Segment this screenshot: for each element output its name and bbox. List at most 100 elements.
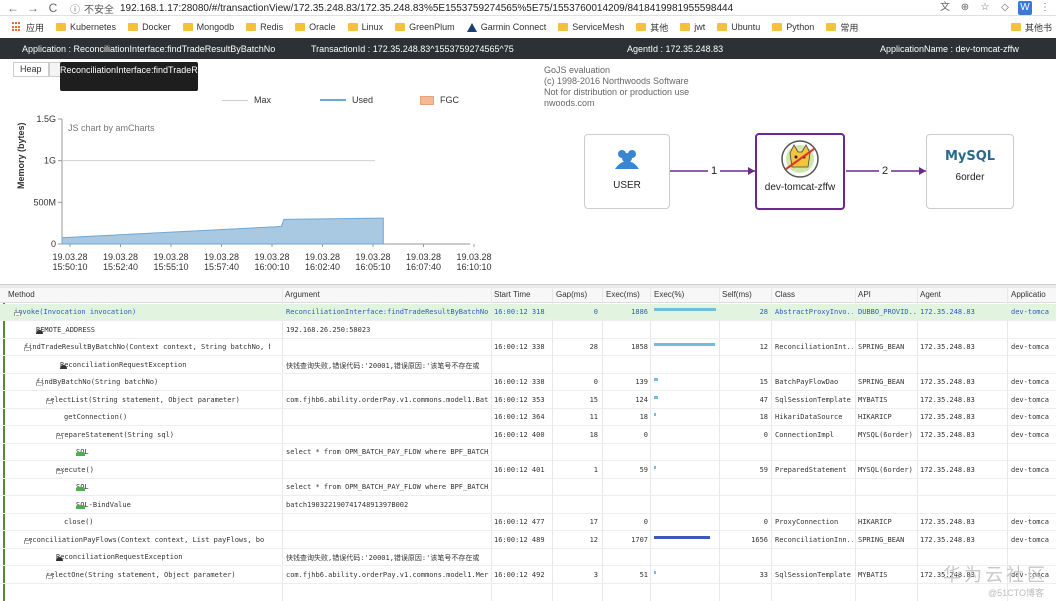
collapse-icon[interactable]: −	[14, 312, 21, 316]
cell-self: 15	[759, 378, 768, 386]
bookmark-other-books[interactable]: 其他书	[1010, 21, 1052, 34]
bookmark-other[interactable]: 其他	[636, 21, 668, 34]
cell-gap: 11	[589, 413, 598, 421]
table-row[interactable]: getConnection() 16:00:12 364 11 18 18 HikariD…	[0, 409, 1056, 426]
col-gap[interactable]: Gap(ms)	[556, 290, 587, 299]
mysql-logo: MySQL	[944, 149, 996, 164]
collapse-icon[interactable]: −	[56, 469, 63, 474]
col-start-time[interactable]: Start Time	[494, 290, 530, 299]
translate-icon[interactable]: 文	[938, 1, 952, 15]
collapse-icon[interactable]: −	[24, 347, 31, 351]
table-row[interactable]: SQL select * from OPM_BATCH_PAY_FLOW wher…	[0, 479, 1056, 496]
table-row[interactable]: close() 16:00:12 477 17 0 0 ProxyConnection HI…	[0, 514, 1056, 531]
bookmark-garmin[interactable]: Garmin Connect	[466, 22, 546, 32]
table-row[interactable]: − prepareStatement(String sql) 16:00:12 40…	[0, 427, 1056, 444]
menu-icon[interactable]: ⋮	[1038, 1, 1052, 15]
table-row[interactable]: − findByBatchNo(String batchNo) 16:00:12 3…	[0, 374, 1056, 391]
col-method[interactable]: Method	[8, 290, 35, 299]
col-self[interactable]: Self(ms)	[722, 290, 752, 299]
table-row[interactable]: ReconciliationRequestException 快钱查询失败,错误代…	[0, 549, 1056, 566]
shield-icon[interactable]: ◇	[998, 1, 1012, 15]
cell-class: ProxyConnection	[775, 518, 839, 526]
back-icon[interactable]: ←	[6, 1, 20, 15]
cell-argument: batch19032219074174891397B002	[286, 500, 409, 509]
bookmark-servicemesh[interactable]: ServiceMesh	[558, 22, 624, 32]
cell-start-time: 16:00:12 364	[494, 413, 545, 421]
table-row[interactable]: SQL-BindValue batch19032219074174891397B0…	[0, 497, 1056, 514]
extension-icon[interactable]: W	[1018, 1, 1032, 15]
bookmark-docker[interactable]: Docker	[128, 22, 171, 32]
user-node-label: USER	[613, 180, 641, 191]
bookmark-python[interactable]: Python	[772, 22, 814, 32]
table-row[interactable]: − findTradeResultByBatchNo(Context contex…	[0, 339, 1056, 356]
collapse-icon[interactable]: −	[36, 382, 43, 386]
cell-application: dev-tomca	[1011, 465, 1049, 474]
cell-method: − reconciliationPayFlows(Context context,…	[24, 536, 270, 544]
collapse-icon[interactable]: −	[56, 434, 63, 439]
url-text: 192.168.1.17:28080/#/transactionView/172…	[120, 2, 734, 14]
table-row[interactable]: ReconciliationRequestException 快钱查询失败,错误代…	[0, 357, 1056, 374]
application-name-info: ApplicationName : dev-tomcat-zffw	[880, 43, 1019, 54]
col-api[interactable]: API	[858, 290, 871, 299]
bookmark-redis[interactable]: Redis	[246, 22, 283, 32]
app-node[interactable]: dev-tomcat-zffw	[755, 133, 845, 210]
bookmark-apps[interactable]: 应用	[12, 21, 44, 34]
table-row[interactable]: REMOTE_ADDRESS 192.168.26.250:58023	[0, 322, 1056, 339]
bookmark-greenplum[interactable]: GreenPlum	[395, 22, 455, 32]
table-row[interactable]: − reconciliationPayFlows(Context context,…	[0, 532, 1056, 549]
table-row[interactable]: − invoke(Invocation invocation) Reconcilia…	[0, 304, 1056, 321]
db-node[interactable]: MySQL 6order	[926, 134, 1014, 209]
cell-gap: 0	[593, 378, 598, 386]
table-row[interactable]: − selectList(String statement, Object par…	[0, 392, 1056, 409]
zoom-icon[interactable]: ⊕	[958, 1, 972, 15]
table-row[interactable]: SQL select * from OPM_BATCH_PAY_FLOW wher…	[0, 444, 1056, 461]
col-argument[interactable]: Argument	[285, 290, 320, 299]
cell-agent: 172.35.248.83	[920, 343, 975, 351]
col-application[interactable]: Applicatio	[1011, 290, 1046, 299]
folder-icon	[246, 23, 257, 31]
collapse-icon[interactable]: −	[46, 574, 53, 579]
cell-api: MYSQL(6order)	[858, 430, 913, 439]
exec-pct-bar	[654, 343, 715, 346]
table-row[interactable]: − selectOne(String statement, Object para…	[0, 567, 1056, 584]
bookmark-jwt[interactable]: jwt	[680, 22, 705, 32]
folder-icon	[182, 23, 193, 31]
col-exec-pct[interactable]: Exec(%)	[654, 290, 684, 299]
user-node[interactable]: USER	[584, 134, 670, 209]
star-icon[interactable]: ☆	[978, 1, 992, 15]
cell-argument: ReconciliationInterface:findTradeResultB…	[286, 308, 489, 316]
cell-application: dev-tomca	[1011, 343, 1049, 351]
bookmark-linux[interactable]: Linux	[347, 22, 383, 32]
address-bar[interactable]: ⓘ 不安全 192.168.1.17:28080/#/transactionVi…	[70, 1, 950, 16]
bookmark-ubuntu[interactable]: Ubuntu	[717, 22, 760, 32]
cell-method: close()	[64, 518, 94, 526]
collapse-icon[interactable]: −	[46, 399, 53, 404]
bookmark-common[interactable]: 常用	[826, 21, 858, 34]
forward-icon[interactable]: →	[26, 1, 40, 15]
cell-start-time: 16:00:12 318	[494, 308, 545, 316]
folder-icon	[826, 23, 837, 31]
folder-icon	[1010, 23, 1021, 31]
cell-self: 59	[759, 465, 768, 474]
cell-class: HikariDataSource	[775, 413, 843, 421]
col-class[interactable]: Class	[775, 290, 795, 299]
table-row[interactable]: − execute() 16:00:12 401 1 59 59 PreparedState…	[0, 462, 1056, 479]
cell-start-time: 16:00:12 401	[494, 465, 545, 474]
bookmark-kubernetes[interactable]: Kubernetes	[56, 22, 116, 32]
col-agent[interactable]: Agent	[920, 290, 941, 299]
edge-label-1: 1	[708, 165, 721, 177]
cell-api: MYBATIS	[858, 395, 888, 404]
cell-application: dev-tomca	[1011, 413, 1049, 421]
cell-method: − execute()	[56, 466, 270, 474]
col-exec[interactable]: Exec(ms)	[606, 290, 640, 299]
reload-icon[interactable]: C	[46, 1, 60, 15]
cell-method: SQL	[76, 448, 270, 456]
cell-gap: 28	[589, 343, 598, 351]
info-icon: ⓘ	[70, 4, 80, 16]
cell-argument: 192.168.26.250:58023	[286, 325, 371, 334]
bookmark-mongodb[interactable]: Mongodb	[182, 22, 234, 32]
collapse-icon[interactable]: −	[24, 539, 31, 544]
cell-agent: 172.35.248.83	[920, 413, 975, 421]
bookmark-oracle[interactable]: Oracle	[295, 22, 336, 32]
exec-pct-bar	[654, 465, 656, 469]
